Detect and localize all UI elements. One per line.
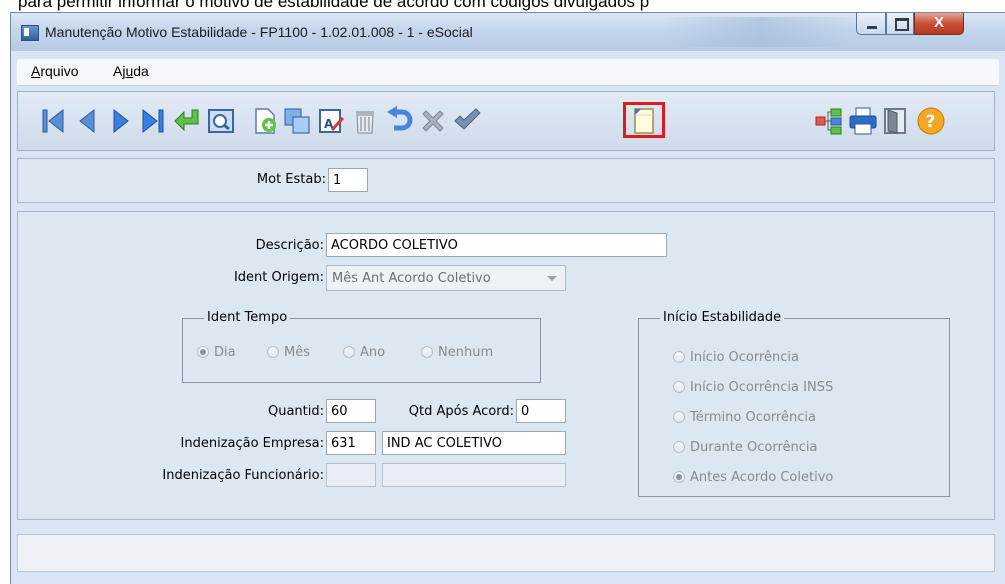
inicio-estabilidade-group: Início Estabilidade Início Ocorrência In…	[638, 310, 950, 497]
background-document-text: para permitir informar o motivo de estab…	[18, 0, 650, 11]
indenizacao-empresa-desc: IND AC COLETIVO	[382, 431, 566, 455]
key-panel: Mot Estab: 1	[17, 158, 995, 203]
radio-termino-ocorrencia-dot	[673, 411, 685, 423]
copy-icon[interactable]	[282, 106, 312, 136]
radio-termino-ocorrencia-label: Término Ocorrência	[690, 410, 816, 425]
detail-panel: Descrição: ACORDO COLETIVO Ident Origem:…	[17, 211, 995, 520]
menu-arquivo-accel: A	[31, 63, 41, 79]
radio-nenhum[interactable]: Nenhum	[421, 345, 493, 360]
radio-antes-acordo-coletivo-dot	[673, 471, 685, 483]
tree-icon[interactable]	[814, 106, 844, 136]
radio-ano-dot	[343, 346, 355, 358]
exit-icon[interactable]	[880, 106, 910, 136]
menu-arquivo[interactable]: Arquivo	[31, 63, 78, 79]
previous-record-icon[interactable]	[72, 106, 102, 136]
close-icon: X	[933, 14, 944, 31]
radio-durante-ocorrencia-label: Durante Ocorrência	[690, 440, 818, 455]
radio-dia-dot	[197, 346, 209, 358]
indenizacao-empresa-label: Indenização Empresa:	[180, 436, 324, 451]
indenizacao-funcionario-desc	[382, 463, 566, 487]
radio-nenhum-label: Nenhum	[438, 345, 494, 360]
radio-nenhum-dot	[421, 346, 433, 358]
title-bar: Manutenção Motivo Estabilidade - FP1100 …	[11, 13, 1005, 51]
indenizacao-funcionario-code-input[interactable]	[326, 463, 376, 487]
quantid-label: Quantid:	[267, 404, 324, 419]
qtd-apos-label: Qtd Após Acord:	[408, 404, 514, 419]
mot-estab-input[interactable]: 1	[328, 168, 368, 192]
first-record-icon[interactable]	[38, 106, 68, 136]
radio-inicio-ocorrencia-label: Início Ocorrência	[690, 350, 800, 365]
print-icon[interactable]	[848, 106, 878, 136]
menu-ajuda[interactable]: Ajuda	[113, 63, 149, 79]
app-icon	[21, 25, 39, 41]
mot-estab-label: Mot Estab:	[256, 172, 326, 187]
close-button[interactable]: X	[914, 13, 964, 35]
go-to-icon[interactable]	[172, 106, 202, 136]
radio-durante-ocorrencia-dot	[673, 441, 685, 453]
menu-arquivo-label: rquivo	[40, 63, 79, 79]
radio-inicio-ocorrencia-inss[interactable]: Início Ocorrência INSS	[673, 380, 833, 395]
save-icon[interactable]	[452, 106, 482, 136]
maximize-button[interactable]	[886, 13, 914, 35]
qtd-apos-input[interactable]: 0	[516, 399, 566, 423]
quantid-input[interactable]: 60	[326, 399, 376, 423]
toolbar: A ?	[17, 91, 995, 151]
app-window: Manutenção Motivo Estabilidade - FP1100 …	[10, 12, 1005, 584]
indenizacao-funcionario-label: Indenização Funcionário:	[162, 468, 324, 483]
descricao-label: Descrição:	[255, 238, 324, 253]
radio-ano-label: Ano	[360, 345, 386, 360]
chevron-down-icon	[547, 276, 557, 281]
indenizacao-empresa-code-input[interactable]: 631	[326, 431, 376, 455]
ident-origem-label: Ident Origem:	[233, 270, 324, 285]
last-record-icon[interactable]	[138, 106, 168, 136]
minimize-button[interactable]	[856, 13, 886, 35]
title-glass	[661, 17, 861, 47]
radio-inicio-ocorrencia-inss-label: Início Ocorrência INSS	[690, 380, 834, 395]
ident-tempo-legend: Ident Tempo	[204, 310, 291, 325]
new-icon[interactable]	[250, 106, 280, 136]
window-title: Manutenção Motivo Estabilidade - FP1100 …	[45, 24, 473, 40]
radio-inicio-ocorrencia-inss-dot	[673, 381, 685, 393]
help-icon[interactable]: ?	[916, 106, 946, 136]
radio-mes-label: Mês	[284, 345, 310, 360]
radio-dia[interactable]: Dia	[197, 345, 236, 360]
svg-text:?: ?	[926, 112, 936, 132]
delete-icon[interactable]	[350, 106, 380, 136]
radio-termino-ocorrencia[interactable]: Término Ocorrência	[673, 410, 816, 425]
radio-antes-acordo-coletivo[interactable]: Antes Acordo Coletivo	[673, 470, 833, 485]
ident-tempo-group: Ident Tempo Dia Mês Ano Nenhum	[182, 310, 541, 383]
radio-dia-label: Dia	[214, 345, 236, 360]
descricao-input[interactable]: ACORDO COLETIVO	[326, 233, 667, 257]
search-icon[interactable]	[206, 106, 236, 136]
radio-durante-ocorrencia[interactable]: Durante Ocorrência	[673, 440, 818, 455]
radio-mes-dot	[267, 346, 279, 358]
undo-icon[interactable]	[384, 106, 414, 136]
next-record-icon[interactable]	[106, 106, 136, 136]
radio-inicio-ocorrencia-dot	[673, 351, 685, 363]
radio-antes-acordo-coletivo-label: Antes Acordo Coletivo	[690, 470, 834, 485]
highlight-box	[623, 102, 665, 138]
menu-ajuda-label-a: Aj	[113, 63, 126, 79]
ident-origem-select[interactable]: Mês Ant Acordo Coletivo	[326, 265, 566, 291]
radio-ano[interactable]: Ano	[343, 345, 385, 360]
menu-ajuda-label-b: da	[133, 63, 149, 79]
status-bar	[17, 534, 995, 572]
cancel-icon[interactable]	[418, 106, 448, 136]
edit-icon[interactable]: A	[316, 106, 346, 136]
menu-bar: Arquivo Ajuda	[17, 59, 999, 86]
inicio-estabilidade-legend: Início Estabilidade	[660, 310, 785, 325]
radio-inicio-ocorrencia[interactable]: Início Ocorrência	[673, 350, 799, 365]
ident-origem-value: Mês Ant Acordo Coletivo	[332, 271, 491, 286]
radio-mes[interactable]: Mês	[267, 345, 310, 360]
